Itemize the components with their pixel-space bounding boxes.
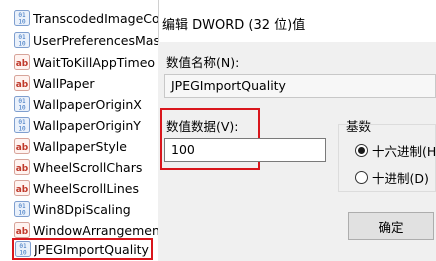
registry-value-name: JPEGImportQuality <box>34 241 149 257</box>
registry-value-name: WallpaperStyle <box>33 138 127 154</box>
registry-value-item-selected[interactable]: 01 10 JPEGImportQuality <box>12 238 153 260</box>
registry-value-name: WheelScrollChars <box>33 159 143 175</box>
svg-text:ab: ab <box>16 80 29 90</box>
edit-dword-dialog: 编辑 DWORD (32 位)值 数值名称(N): JPEGImportQual… <box>158 0 436 261</box>
svg-text:10: 10 <box>18 19 26 26</box>
reg-string-icon: ab <box>14 54 30 70</box>
value-data-input[interactable]: 100 <box>164 138 326 162</box>
radio-decimal[interactable]: 十进制(D) <box>355 168 429 187</box>
registry-value-name: Win8DpiScaling <box>33 201 131 217</box>
registry-value-item[interactable]: 01 10 WallpaperOriginY <box>14 115 158 135</box>
value-name-label: 数值名称(N): <box>166 55 240 70</box>
radio-unchecked-icon <box>355 171 368 184</box>
svg-text:10: 10 <box>18 41 26 48</box>
registry-value-item[interactable]: ab WheelScrollLines <box>14 178 158 198</box>
reg-dword-icon: 01 10 <box>14 96 30 112</box>
reg-string-icon: ab <box>14 222 30 238</box>
registry-value-item[interactable]: ab WindowArrangement <box>14 220 158 240</box>
registry-value-name: WaitToKillAppTimeo <box>33 54 156 70</box>
registry-value-item[interactable]: ab WheelScrollChars <box>14 157 158 177</box>
registry-value-name: WallpaperOriginX <box>33 96 142 112</box>
dialog-title: 编辑 DWORD (32 位)值 <box>162 18 306 33</box>
registry-value-item[interactable]: 01 10 UserPreferencesMas <box>14 30 158 50</box>
svg-text:ab: ab <box>16 59 29 69</box>
reg-dword-icon: 01 10 <box>15 241 31 257</box>
svg-text:ab: ab <box>16 143 29 153</box>
value-data-label: 数值数据(V): <box>166 119 239 134</box>
registry-value-item[interactable]: ab WaitToKillAppTimeo <box>14 52 158 72</box>
registry-value-name: WallpaperOriginY <box>33 117 141 133</box>
registry-value-item[interactable]: 01 10 TranscodedImageCo <box>14 8 158 28</box>
registry-value-item[interactable]: ab WallPaper <box>14 73 158 93</box>
reg-string-icon: ab <box>14 138 30 154</box>
registry-value-item[interactable]: ab WallpaperStyle <box>14 136 158 156</box>
svg-text:ab: ab <box>16 185 29 195</box>
value-name-field[interactable]: JPEGImportQuality <box>164 74 436 98</box>
radio-hex-label: 十六进制(H) <box>372 144 436 159</box>
registry-value-name: WallPaper <box>33 75 95 91</box>
radio-hex[interactable]: 十六进制(H) <box>355 141 436 160</box>
registry-value-name: WindowArrangement <box>33 222 158 238</box>
svg-text:10: 10 <box>19 250 27 257</box>
dialog-body: 数值名称(N): JPEGImportQuality 数值数据(V): 100 … <box>158 42 436 261</box>
reg-dword-icon: 01 10 <box>14 201 30 217</box>
registry-value-item[interactable]: 01 10 WallpaperOriginX <box>14 94 158 114</box>
registry-value-item[interactable]: 01 10 Win8DpiScaling <box>14 199 158 219</box>
svg-text:10: 10 <box>18 126 26 133</box>
radio-decimal-label: 十进制(D) <box>372 171 429 186</box>
reg-string-icon: ab <box>14 75 30 91</box>
registry-value-name: TranscodedImageCo <box>33 10 158 26</box>
reg-dword-icon: 01 10 <box>14 10 30 26</box>
registry-value-name: WheelScrollLines <box>33 180 139 196</box>
reg-dword-icon: 01 10 <box>14 117 30 133</box>
svg-text:10: 10 <box>18 105 26 112</box>
svg-text:ab: ab <box>16 164 29 174</box>
radio-checked-icon <box>355 144 368 157</box>
registry-value-name: UserPreferencesMas <box>33 32 158 48</box>
reg-dword-icon: 01 10 <box>14 32 30 48</box>
reg-string-icon: ab <box>14 180 30 196</box>
reg-string-icon: ab <box>14 159 30 175</box>
svg-text:ab: ab <box>16 227 29 237</box>
ok-button[interactable]: 确定 <box>348 212 434 240</box>
registry-value-list: 01 10 TranscodedImageCo 01 10 UserPreferen… <box>0 0 158 261</box>
svg-text:10: 10 <box>18 210 26 217</box>
